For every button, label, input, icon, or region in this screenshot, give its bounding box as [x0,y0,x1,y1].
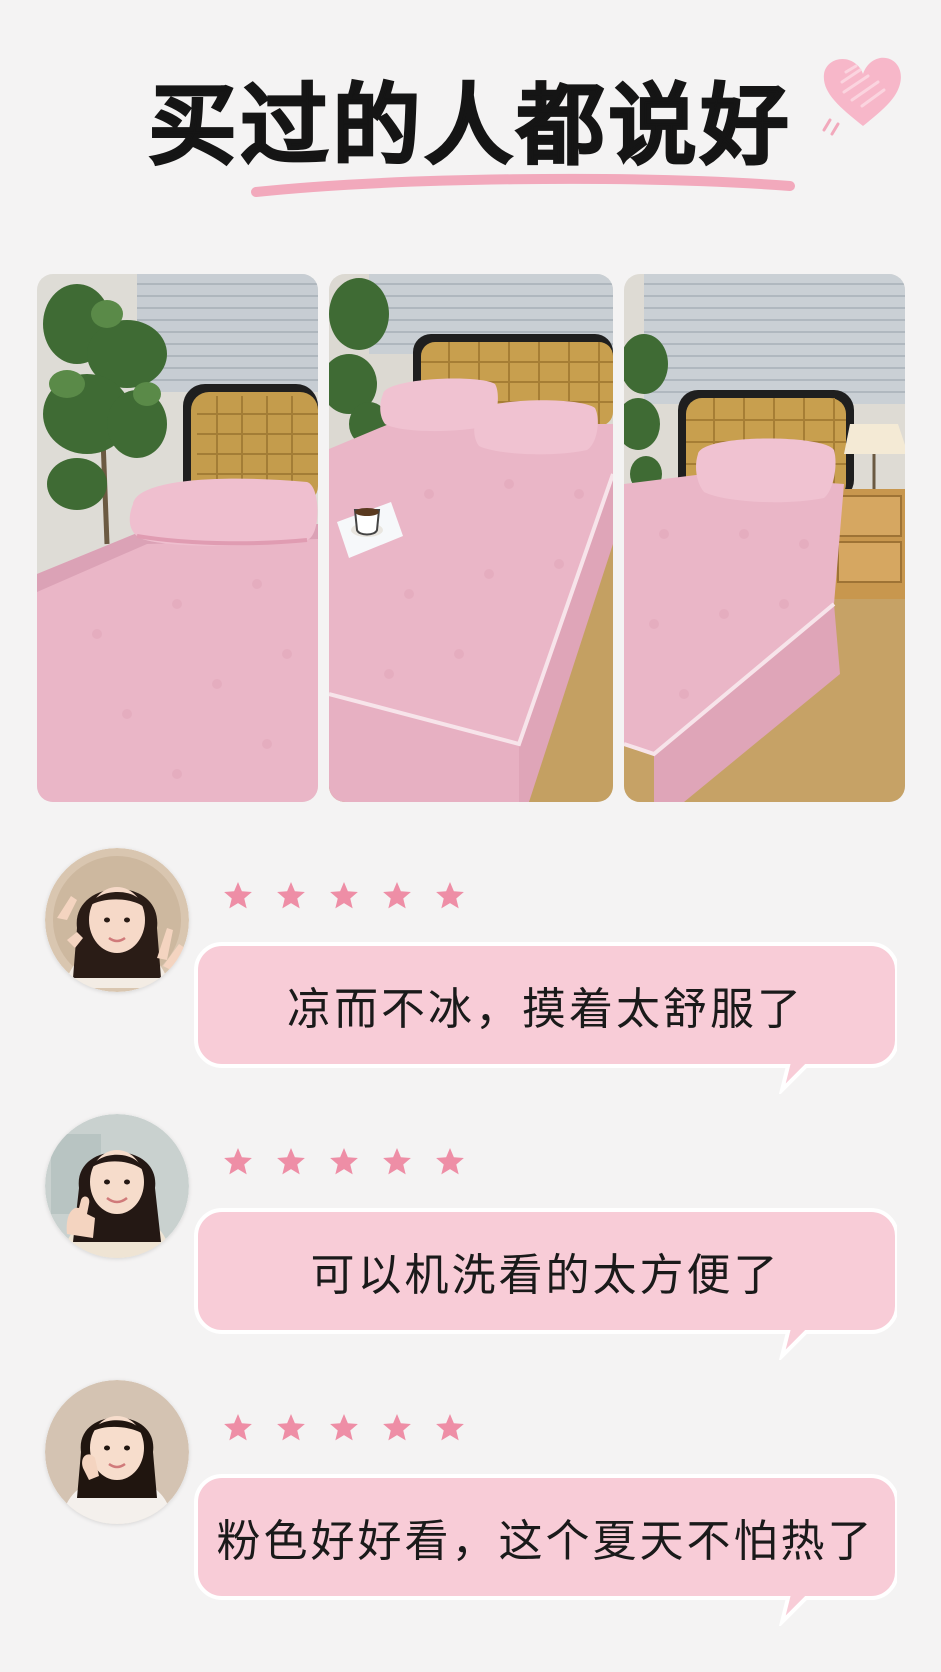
review-text: 粉色好好看，这个夏天不怕热了 [216,1516,875,1567]
star-icon [224,1414,252,1441]
review-card: 粉色好好看，这个夏天不怕热了 [0,1380,941,1630]
review-text: 凉而不冰，摸着太舒服了 [287,984,804,1035]
star-icon [436,1148,464,1175]
star-icon [224,882,252,909]
review-bubble: 粉色好好看，这个夏天不怕热了 [194,1474,897,1626]
star-icon [330,882,358,909]
rating-stars [222,880,466,912]
review-text: 可以机洗看的太方便了 [310,1250,781,1301]
star-icon [383,1148,411,1175]
star-icon [436,882,464,909]
rating-stars [222,1412,466,1444]
review-bubble: 可以机洗看的太方便了 [194,1208,897,1360]
review-bubble: 凉而不冰，摸着太舒服了 [194,942,897,1094]
avatar [45,848,189,992]
star-icon [330,1414,358,1441]
page-title: 买过的人都说好 [147,74,793,177]
page: 买过的人都说好 凉而不冰，摸着太舒服了 可以机洗看的太方便了 粉色好好看，这个夏… [0,0,941,1672]
title-underline [251,173,795,197]
star-icon [277,1414,305,1441]
star-icon [330,1148,358,1175]
bed-photo-1 [37,274,318,802]
star-icon [383,1414,411,1441]
heart-icon [822,57,901,136]
star-icon [277,1148,305,1175]
review-card: 可以机洗看的太方便了 [0,1114,941,1364]
review-card: 凉而不冰，摸着太舒服了 [0,848,941,1098]
star-icon [383,882,411,909]
rating-stars [222,1146,466,1178]
bed-photo-2 [329,274,613,802]
avatar [45,1380,189,1524]
star-icon [224,1148,252,1175]
avatar [45,1114,189,1258]
star-icon [436,1414,464,1441]
star-icon [277,882,305,909]
bed-photo-3 [624,274,905,802]
